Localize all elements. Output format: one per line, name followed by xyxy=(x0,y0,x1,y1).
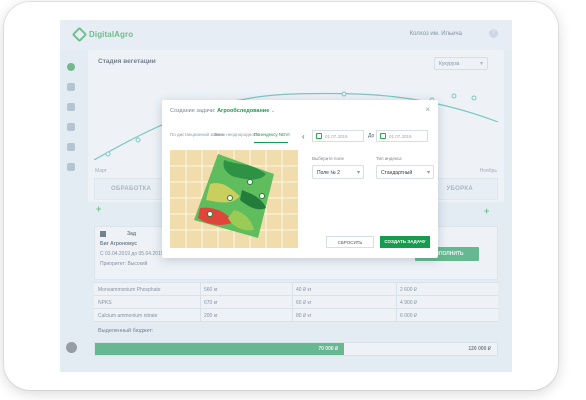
create-task-modal: Создание задачи: Агрообследование ⌄ × По… xyxy=(162,100,438,258)
field-select-label: Выберите поле xyxy=(312,156,345,161)
sample-point-marker[interactable] xyxy=(227,195,233,201)
create-task-button[interactable]: СОЗДАТЬ ЗАДАЧУ xyxy=(380,236,430,248)
sample-point-marker[interactable] xyxy=(207,211,213,217)
calendar-icon xyxy=(316,133,322,139)
calendar-icon xyxy=(380,133,386,139)
sample-point-marker[interactable] xyxy=(259,193,265,199)
modal-title: Создание задачи: Агрообследование ⌄ xyxy=(170,108,275,114)
tab-ndvi[interactable]: По индексу NDVI xyxy=(254,132,290,137)
reset-button[interactable]: СБРОСИТЬ xyxy=(326,236,374,248)
field-map[interactable] xyxy=(170,150,298,248)
modal-task-type[interactable]: Агрообследование xyxy=(217,108,269,114)
task-type-chevron-icon[interactable]: ⌄ xyxy=(271,108,276,114)
field-select[interactable]: Поле № 2 xyxy=(312,165,364,179)
sample-point-marker[interactable] xyxy=(247,179,253,185)
date-to-field[interactable]: 01.07.2019 xyxy=(376,130,428,142)
prev-period-icon[interactable]: ‹ xyxy=(302,132,305,141)
index-select-label: Тип индекса xyxy=(376,156,402,161)
date-from-value: 01.07.2019 xyxy=(325,134,348,139)
date-to-value: 01.07.2019 xyxy=(389,134,412,139)
date-to-label: До xyxy=(368,133,375,139)
modal-title-prefix: Создание задачи: xyxy=(170,108,216,114)
app-screen: DigitalAgro Колхоз им. Ильича ? Стадия в… xyxy=(60,20,512,372)
active-tab-underline xyxy=(254,142,288,143)
date-from-field[interactable]: 01.07.2019 xyxy=(312,130,364,142)
index-select[interactable]: Стандартный xyxy=(376,165,434,179)
close-icon[interactable]: × xyxy=(425,105,430,114)
tablet-frame: DigitalAgro Колхоз им. Ильича ? Стадия в… xyxy=(4,2,558,390)
